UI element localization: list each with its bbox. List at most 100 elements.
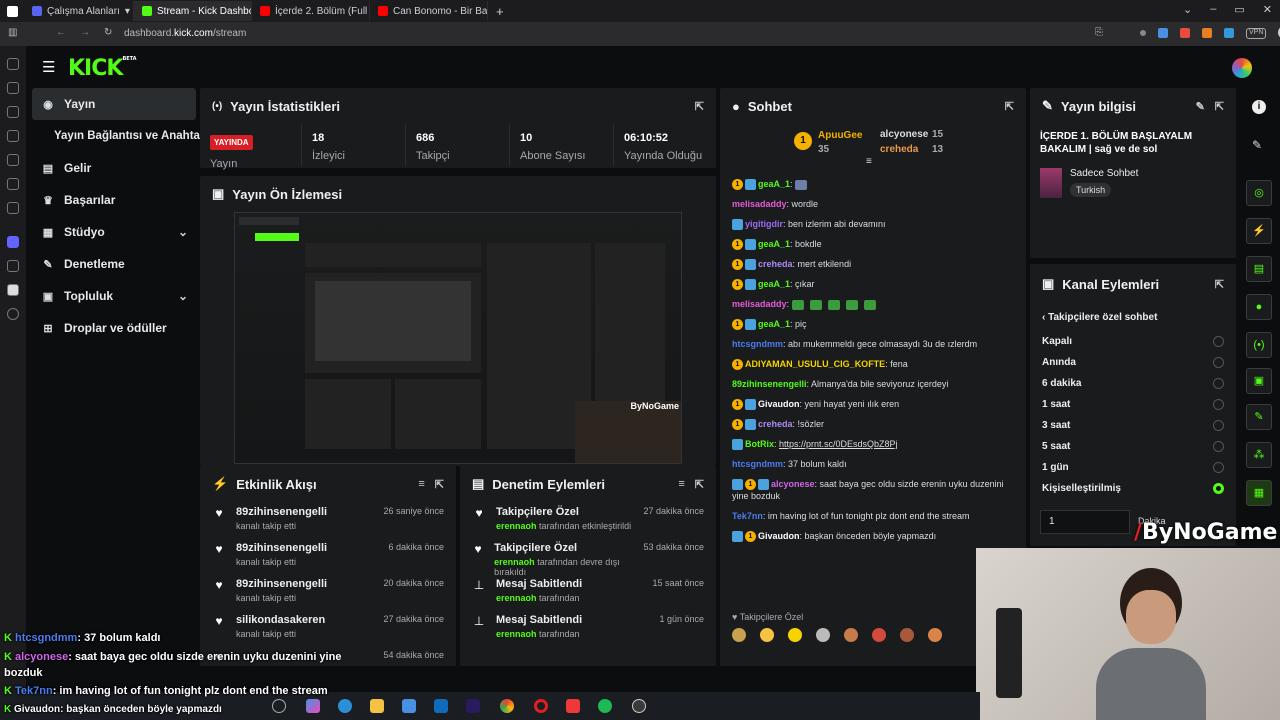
- rail-broadcast-icon[interactable]: (•): [1246, 332, 1272, 358]
- vpn-badge[interactable]: VPN: [1246, 28, 1267, 39]
- translate-icon[interactable]: [7, 154, 19, 166]
- extension-icon[interactable]: [1180, 28, 1190, 38]
- web-panel-icon[interactable]: [7, 260, 19, 272]
- option-3h[interactable]: 3 saat: [1030, 415, 1236, 436]
- extension-icon[interactable]: [1158, 28, 1168, 38]
- url-field[interactable]: dashboard.kick.com/stream: [124, 28, 246, 39]
- sidebar-toggle-icon[interactable]: ▥: [8, 27, 17, 38]
- emote-icon[interactable]: [900, 628, 914, 642]
- search-icon[interactable]: [272, 699, 286, 713]
- option-custom[interactable]: Kişiselleştirilmiş: [1030, 478, 1236, 499]
- extension-icon[interactable]: [1140, 30, 1146, 36]
- radio-button[interactable]: [1213, 378, 1224, 389]
- option-off[interactable]: Kapalı: [1030, 331, 1236, 352]
- radio-button[interactable]: [1213, 441, 1224, 452]
- outlook-icon[interactable]: [434, 699, 448, 713]
- category-name[interactable]: Sadece Sohbet: [1070, 168, 1138, 179]
- sidebar-item-studio[interactable]: ▦ Stüdyo ⌄: [32, 216, 196, 248]
- sidebar-item-community[interactable]: ▣ Topluluk ⌄: [32, 280, 196, 312]
- radio-button[interactable]: [1213, 357, 1224, 368]
- rail-clapper-icon[interactable]: ▦: [1246, 480, 1272, 506]
- chat-username[interactable]: yigitigdir: [745, 219, 783, 229]
- sidebar-item-drops[interactable]: ⊞ Droplar ve ödüller: [32, 312, 196, 344]
- option-5h[interactable]: 5 saat: [1030, 436, 1236, 457]
- popout-icon[interactable]: ⇱: [1215, 100, 1224, 113]
- rail-community-icon[interactable]: ⁂: [1246, 442, 1272, 468]
- sidebar-item-stream-key[interactable]: Yayın Bağlantısı ve Anahtarı: [32, 120, 208, 152]
- spotify-icon[interactable]: [598, 699, 612, 713]
- extension-icon[interactable]: [1224, 28, 1234, 38]
- close-icon[interactable]: ✕: [1263, 3, 1272, 16]
- popout-icon[interactable]: ⇱: [695, 100, 704, 113]
- edge-icon[interactable]: [338, 699, 352, 713]
- tab-kick-dashboard[interactable]: Stream - Kick Dashboard: [134, 1, 252, 21]
- chat-username[interactable]: creheda: [758, 419, 793, 429]
- chat-username[interactable]: htcsgndmm: [732, 339, 783, 349]
- chat-username[interactable]: htcsgndmm: [732, 459, 783, 469]
- emote-icon[interactable]: [788, 628, 802, 642]
- chat-username[interactable]: geaA_1: [758, 279, 790, 289]
- reading-list-icon[interactable]: [7, 178, 19, 190]
- chat-username[interactable]: melisadaddy: [732, 299, 787, 309]
- back-icon[interactable]: ←: [56, 27, 66, 38]
- rail-camera-icon[interactable]: ◎: [1246, 180, 1272, 206]
- option-instant[interactable]: Anında: [1030, 352, 1236, 373]
- chat-username[interactable]: Tek7nn: [732, 511, 763, 521]
- tab-search-icon[interactable]: ⌄: [1183, 3, 1192, 16]
- bookmark-icon[interactable]: ⎘: [1095, 27, 1103, 38]
- chat-username[interactable]: geaA_1: [758, 319, 790, 329]
- rail-panel-icon[interactable]: ▣: [1246, 368, 1272, 394]
- chat-username[interactable]: alcyonese: [771, 479, 815, 489]
- chat-link[interactable]: https://prnt.sc/0DEsdsQbZ8Pj: [779, 439, 898, 449]
- stream-preview-video[interactable]: ByNoGame: [234, 212, 682, 464]
- chat-username[interactable]: geaA_1: [758, 239, 790, 249]
- info-icon[interactable]: i: [1252, 100, 1266, 114]
- option-1h[interactable]: 1 saat: [1030, 394, 1236, 415]
- rail-document-icon[interactable]: ▤: [1246, 256, 1272, 282]
- rail-wrench-icon[interactable]: ✎: [1246, 404, 1272, 430]
- radio-button[interactable]: [1213, 399, 1224, 410]
- reload-icon[interactable]: ↻: [104, 27, 112, 38]
- custom-duration-input[interactable]: 1: [1040, 510, 1130, 534]
- downloads-icon[interactable]: [7, 82, 19, 94]
- maximize-icon[interactable]: ▭: [1234, 3, 1244, 16]
- calendar-icon[interactable]: [7, 202, 19, 214]
- tab-youtube-2[interactable]: Can Bonomo - Bir Başına (C: [370, 1, 488, 21]
- new-tab-button[interactable]: +: [488, 4, 512, 19]
- tab-workspaces[interactable]: Çalışma Alanları ▾: [24, 1, 134, 21]
- emote-icon[interactable]: [872, 628, 886, 642]
- chrome-icon[interactable]: [500, 699, 514, 713]
- forward-icon[interactable]: →: [80, 27, 90, 38]
- emote-icon[interactable]: [760, 628, 774, 642]
- popout-icon[interactable]: ⇱: [1005, 100, 1014, 113]
- wikipedia-icon[interactable]: [7, 284, 19, 296]
- option-1d[interactable]: 1 gün: [1030, 457, 1236, 478]
- radio-button[interactable]: [1213, 462, 1224, 473]
- extension-icon[interactable]: [1202, 28, 1212, 38]
- emote-icon[interactable]: [816, 628, 830, 642]
- rail-chat-icon[interactable]: ●: [1246, 294, 1272, 320]
- radio-button[interactable]: [1213, 336, 1224, 347]
- chat-username[interactable]: Givaudon: [758, 399, 800, 409]
- mastodon-icon[interactable]: [7, 236, 19, 248]
- opera-icon[interactable]: [534, 699, 548, 713]
- filter-icon[interactable]: ≡: [418, 478, 424, 491]
- option-6min[interactable]: 6 dakika: [1030, 373, 1236, 394]
- emote-icon[interactable]: [844, 628, 858, 642]
- sidebar-item-stream[interactable]: ◉ Yayın: [32, 88, 196, 120]
- back-to-actions[interactable]: ‹ Takipçilere özel sohbet: [1030, 304, 1236, 331]
- sidebar-item-achievements[interactable]: ♛ Başarılar: [32, 184, 196, 216]
- sidebar-item-moderation[interactable]: ✎ Denetleme: [32, 248, 196, 280]
- emote-icon[interactable]: [732, 628, 746, 642]
- radio-button-selected[interactable]: [1213, 483, 1224, 494]
- rail-lightning-icon[interactable]: ⚡: [1246, 218, 1272, 244]
- popout-icon[interactable]: ⇱: [1215, 278, 1224, 291]
- chat-username[interactable]: melisadaddy: [732, 199, 787, 209]
- browser-menu-icon[interactable]: [0, 0, 24, 22]
- chat-username[interactable]: creheda: [758, 259, 793, 269]
- pencil-icon[interactable]: ✎: [1252, 138, 1262, 152]
- chat-username[interactable]: geaA_1: [758, 179, 790, 189]
- copilot-icon[interactable]: [306, 699, 320, 713]
- sidebar-item-revenue[interactable]: ▤ Gelir: [32, 152, 196, 184]
- emote-icon[interactable]: [928, 628, 942, 642]
